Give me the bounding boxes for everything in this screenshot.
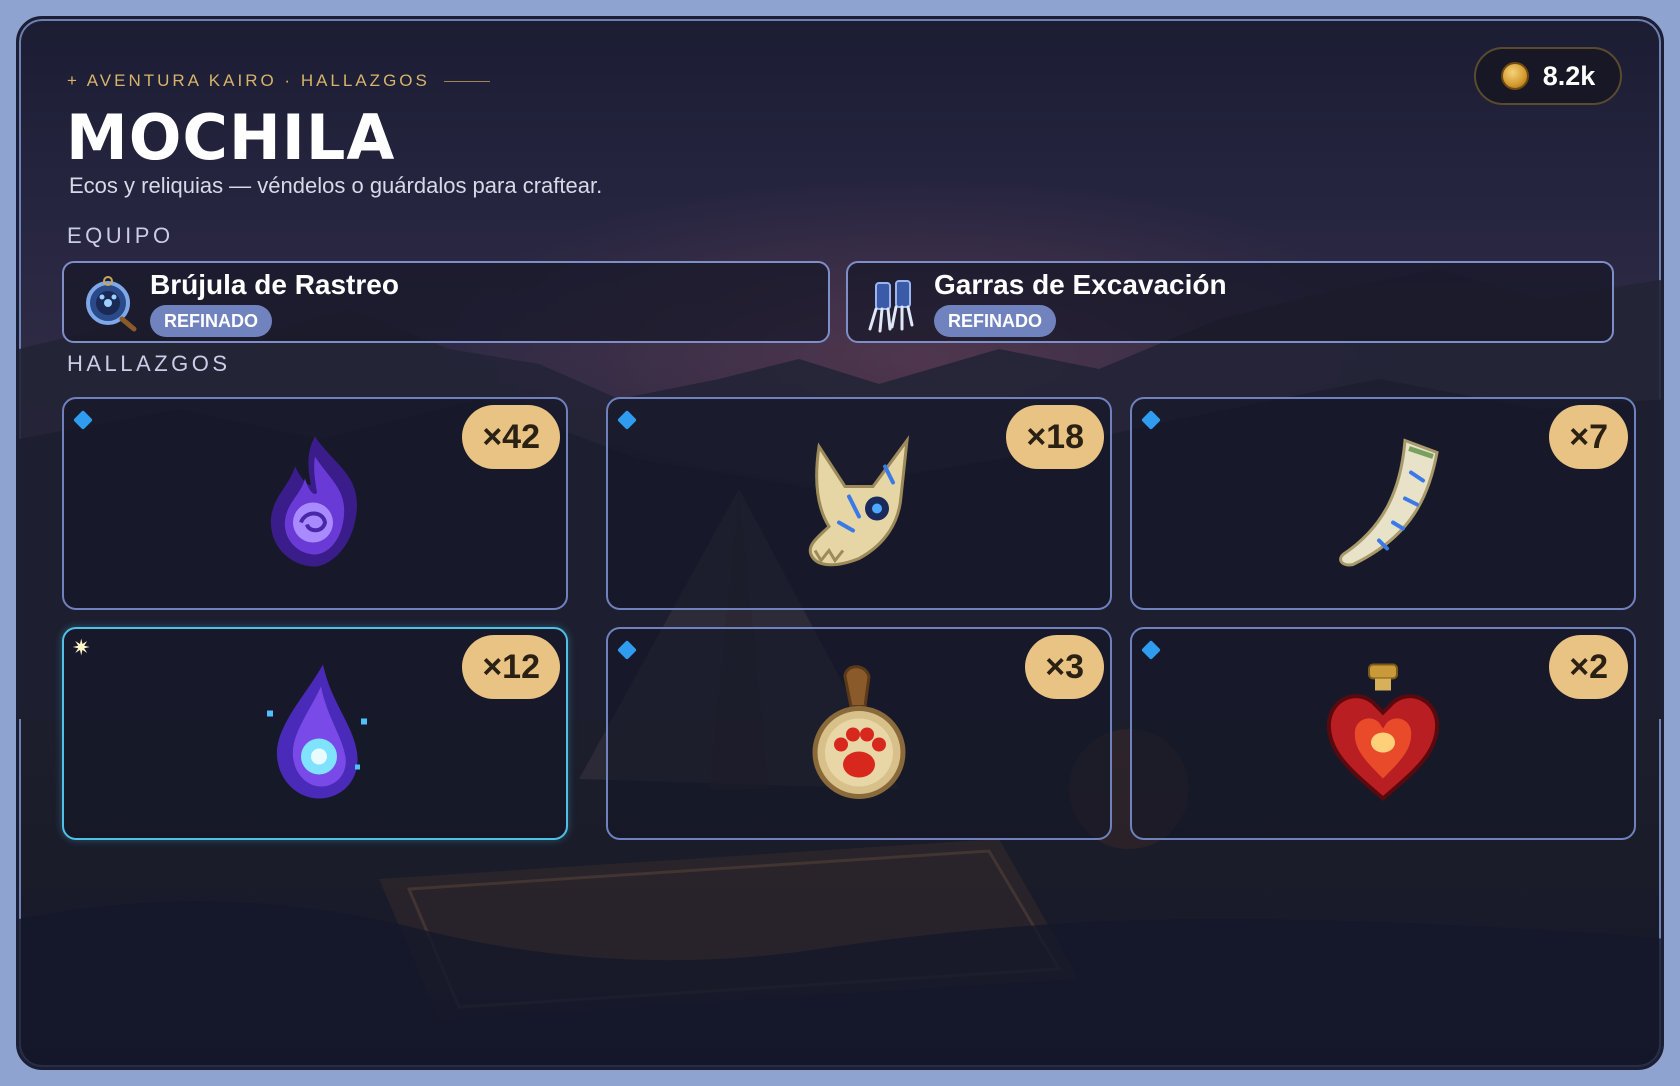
quantity-badge: ×18 (1006, 405, 1104, 469)
breadcrumb: + AVENTURA KAIRO · HALLAZGOS (67, 71, 490, 91)
equipment-name: Garras de Excavación (934, 269, 1227, 300)
quantity-badge: ×42 (462, 405, 560, 469)
runic-horn-icon (1313, 426, 1453, 581)
spirit-droplet-icon (245, 656, 385, 811)
section-findings-label: HALLAZGOS (67, 351, 231, 376)
gem-marker-icon (1141, 410, 1161, 430)
wolf-skull-icon (789, 426, 929, 581)
sparkle-marker-icon: ✷ (72, 635, 91, 660)
backpack-panel: + AVENTURA KAIRO · HALLAZGOS MOCHILA Eco… (16, 16, 1664, 1070)
equipment-name: Brújula de Rastreo (150, 269, 399, 300)
purple-flame-icon (245, 426, 385, 581)
gem-marker-icon (617, 410, 637, 430)
equipment-slot-compass[interactable]: Brújula de Rastreo REFINADO (62, 261, 830, 343)
breadcrumb-text: + AVENTURA KAIRO · HALLAZGOS (67, 71, 430, 90)
quantity-badge: ×12 (462, 635, 560, 699)
refined-badge: REFINADO (934, 305, 1056, 337)
coin-icon (1500, 62, 1529, 90)
gem-marker-icon (617, 640, 637, 660)
gem-marker-icon (1141, 640, 1161, 660)
claws-icon (866, 273, 922, 333)
finding-card-heart-potion[interactable]: ×2 (1130, 627, 1636, 840)
section-equipment-label: EQUIPO (67, 223, 174, 248)
breadcrumb-divider (443, 80, 490, 82)
coin-amount: 8.2k (1542, 60, 1596, 91)
finding-card-runic-horn[interactable]: ×7 (1130, 397, 1636, 610)
finding-card-paw-amulet[interactable]: ×3 (606, 627, 1112, 840)
finding-card-spirit-droplet[interactable]: ✷ ×12 (62, 627, 568, 840)
equipment-slot-claws[interactable]: Garras de Excavación REFINADO (846, 261, 1614, 343)
compass-icon (82, 273, 138, 333)
page-title: MOCHILA (66, 101, 396, 174)
heart-potion-icon (1313, 656, 1453, 811)
page-subtitle: Ecos y reliquias — véndelos o guárdalos … (69, 173, 603, 198)
finding-card-wolf-skull[interactable]: ×18 (606, 397, 1112, 610)
quantity-badge: ×3 (1025, 635, 1104, 699)
quantity-badge: ×2 (1549, 635, 1628, 699)
refined-badge: REFINADO (150, 305, 272, 337)
coin-balance[interactable]: 8.2k (1474, 47, 1622, 105)
finding-card-purple-flame[interactable]: ×42 (62, 397, 568, 610)
quantity-badge: ×7 (1549, 405, 1628, 469)
gem-marker-icon (73, 410, 93, 430)
paw-amulet-icon (789, 656, 929, 811)
